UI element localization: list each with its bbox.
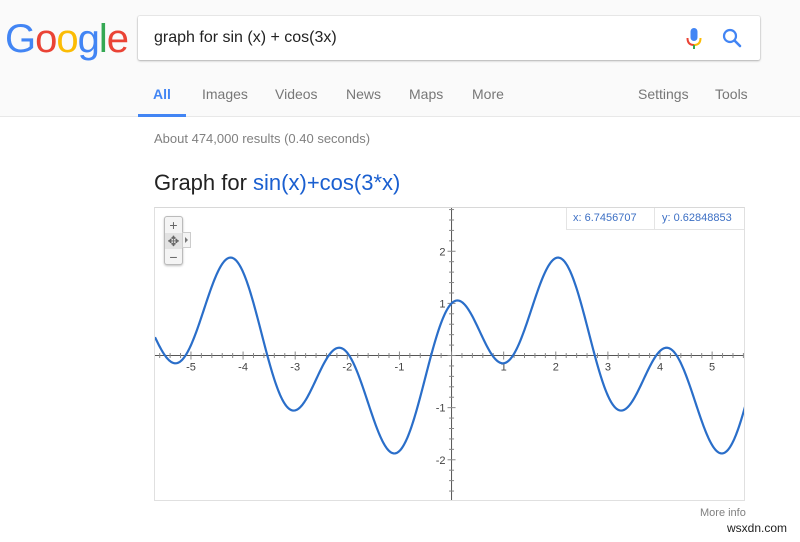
- x-tick-label: -4: [238, 362, 248, 374]
- tab-tools[interactable]: Tools: [715, 86, 748, 102]
- y-tick-label: 2: [439, 246, 445, 258]
- graph-title-prefix: Graph for: [154, 170, 254, 195]
- tab-videos[interactable]: Videos: [275, 86, 318, 102]
- search-input[interactable]: [154, 16, 654, 60]
- readout-divider: [654, 208, 655, 230]
- tab-settings[interactable]: Settings: [638, 86, 689, 102]
- tab-more[interactable]: More: [472, 86, 504, 102]
- logo-letter: o: [56, 17, 78, 61]
- y-tick-label: -1: [436, 403, 446, 415]
- readout-y: y: 0.62848853: [662, 212, 732, 224]
- logo-letter: o: [35, 17, 57, 61]
- coordinate-readout: x: 6.7456707 y: 0.62848853: [566, 208, 744, 230]
- tab-news[interactable]: News: [346, 86, 381, 102]
- expand-arrow-icon[interactable]: [182, 232, 191, 248]
- zoom-in-button[interactable]: +: [165, 217, 182, 233]
- y-tick-label: -2: [436, 455, 446, 467]
- result-stats: About 474,000 results (0.40 seconds): [154, 131, 371, 146]
- magnifier-icon: [722, 28, 742, 48]
- active-tab-indicator: [138, 114, 186, 117]
- zoom-controls: + ✥ −: [164, 216, 183, 265]
- google-logo[interactable]: Google: [5, 14, 129, 64]
- graph-function[interactable]: sin(x)+cos(3*x): [253, 170, 400, 195]
- tab-all[interactable]: All: [153, 86, 171, 102]
- logo-letter: g: [77, 17, 100, 61]
- x-tick-label: -5: [186, 362, 196, 374]
- pan-icon[interactable]: ✥: [165, 233, 182, 249]
- zoom-out-button[interactable]: −: [165, 249, 182, 265]
- tab-images[interactable]: Images: [202, 86, 248, 102]
- x-tick-label: 3: [605, 362, 611, 374]
- graph-plot[interactable]: -5 -4 -3 -2 -1 1 2 3 4 5 -2 -1 1 2 + ✥ − x: 6.7456707…: [154, 207, 745, 501]
- x-tick-label: -1: [395, 362, 405, 374]
- logo-letter: e: [106, 17, 129, 61]
- x-tick-label: -2: [342, 362, 352, 374]
- x-tick-label: 4: [657, 362, 663, 374]
- graph-canvas[interactable]: -5 -4 -3 -2 -1 1 2 3 4 5-2-112: [155, 208, 745, 501]
- watermark: wsxdn.com: [727, 521, 788, 535]
- x-tick-label: 2: [553, 362, 559, 374]
- search-tabs: All Images Videos News Maps More Setting…: [0, 80, 800, 117]
- header: Google All Images Videos News Maps More …: [0, 0, 800, 117]
- tab-maps[interactable]: Maps: [409, 86, 443, 102]
- search-box: [138, 16, 760, 60]
- x-tick-label: -3: [290, 362, 300, 374]
- logo-letter: l: [98, 17, 108, 61]
- y-tick-label: 1: [439, 298, 445, 310]
- graph-title: Graph for sin(x)+cos(3*x): [154, 170, 400, 196]
- search-button[interactable]: [721, 27, 743, 49]
- microphone-icon[interactable]: [683, 27, 705, 51]
- readout-x: x: 6.7456707: [573, 212, 637, 224]
- logo-letter: G: [5, 17, 36, 61]
- more-info-link[interactable]: More info: [700, 507, 746, 519]
- x-tick-label: 5: [709, 362, 715, 374]
